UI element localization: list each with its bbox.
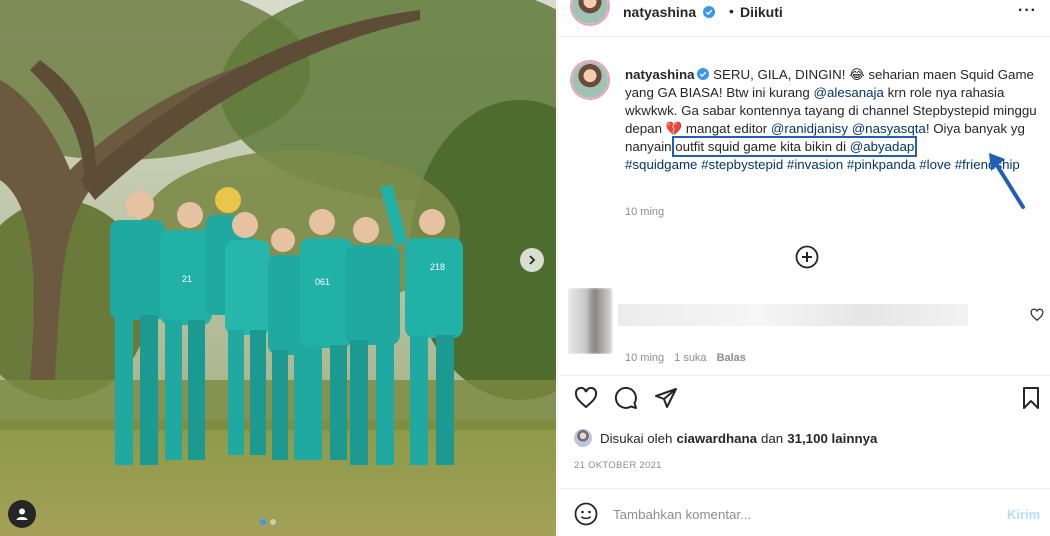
hashtag-link[interactable]: #invasion [787, 157, 843, 172]
liker-username[interactable]: ciawardhana [676, 431, 757, 446]
carousel-indicator [260, 519, 276, 525]
smiley-icon[interactable] [574, 502, 598, 526]
post-header: natyashina • Diikuti ··· [558, 0, 1050, 26]
chevron-right-icon [529, 255, 536, 265]
more-options-icon[interactable]: ··· [1018, 2, 1037, 20]
post-comment-button[interactable]: Kirim [1007, 507, 1040, 522]
header-separator: • [729, 3, 734, 19]
caption-timestamp[interactable]: 10 ming [625, 206, 664, 218]
comment-meta: 10 ming 1 suka Balas [625, 352, 756, 364]
divider [558, 36, 1050, 37]
header-username[interactable]: natyashina [623, 4, 716, 20]
post-date[interactable]: 21 OKTOBER 2021 [574, 460, 662, 471]
user-tag-button[interactable] [8, 500, 36, 528]
jersey-number: 21 [182, 274, 192, 284]
mention-link[interactable]: @nasyasqta [852, 121, 926, 136]
blurred-comment [568, 288, 968, 354]
likes-prefix: Disukai oleh [600, 430, 673, 446]
annotation-arrow-icon [989, 153, 1025, 209]
next-photo-button[interactable] [520, 248, 544, 272]
comment-time: 10 ming [625, 352, 665, 364]
caption-avatar[interactable] [570, 60, 610, 100]
username-text[interactable]: natyashina [623, 4, 696, 20]
mention-link[interactable]: @abyadap [850, 139, 915, 154]
user-tag-icon [16, 508, 28, 520]
hashtag-link[interactable]: #pinkpanda [847, 157, 916, 172]
comment-icon[interactable] [614, 386, 638, 410]
likes-summary: Disukai oleh ciawardhana dan 31,100 lain… [574, 428, 881, 448]
mention-link[interactable]: @ranidjanisy [771, 121, 848, 136]
divider [558, 375, 1050, 376]
blurred-comment-text [618, 304, 968, 326]
carousel-dot-active [260, 519, 266, 525]
jersey-number: 061 [315, 277, 330, 287]
heart-outline-icon[interactable] [1030, 308, 1044, 322]
caption-text: outfit squid game kita bikin di [675, 139, 850, 154]
jersey-number: 218 [430, 262, 445, 272]
bookmark-icon[interactable] [1019, 386, 1043, 410]
verified-badge-icon [697, 68, 710, 80]
plus-circle-icon[interactable] [795, 245, 819, 269]
post-caption: natyashina SERU, GILA, DINGIN! 😂 seharia… [625, 66, 1045, 174]
share-icon[interactable] [654, 386, 678, 410]
comment-likes[interactable]: 1 suka [674, 352, 706, 364]
caption-username[interactable]: natyashina [625, 67, 694, 82]
verified-badge-icon [703, 6, 716, 18]
carousel-dot [270, 519, 276, 525]
liker-avatar[interactable] [574, 429, 592, 447]
reply-button[interactable]: Balas [717, 352, 746, 364]
hashtag-link[interactable]: #stepbystepid [701, 157, 783, 172]
follow-status-button[interactable]: Diikuti [740, 4, 783, 20]
post-details-panel: natyashina • Diikuti ··· natyashina SERU… [557, 0, 1050, 536]
blurred-avatar [568, 288, 612, 354]
divider [558, 488, 1050, 489]
hashtag-link[interactable]: #squidgame [625, 157, 697, 172]
heart-icon[interactable] [574, 386, 598, 410]
highlighted-text-box: outfit squid game kita bikin di @abyadap [672, 136, 918, 157]
likes-middle: dan [761, 430, 784, 446]
squad-photo-illustration: 21 061 218 [0, 0, 556, 536]
comment-input[interactable] [613, 503, 993, 525]
likes-count[interactable]: 31,100 lainnya [787, 431, 877, 446]
hashtag-link[interactable]: #love [919, 157, 951, 172]
avatar[interactable] [570, 0, 610, 26]
mention-link[interactable]: @alesanaja [813, 85, 883, 100]
post-photo[interactable]: 21 061 218 [0, 0, 556, 536]
